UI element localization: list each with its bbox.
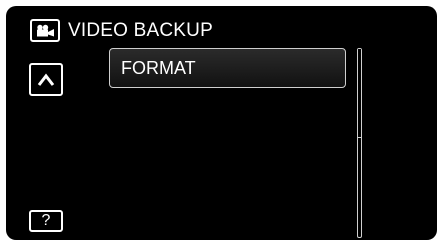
scrollbar[interactable] [357,48,362,238]
menu-screen: VIDEO BACKUP FORMAT ? [6,6,437,240]
page-title: VIDEO BACKUP [68,19,213,41]
chevron-up-icon [37,73,55,86]
scrollbar-thumb[interactable] [358,49,361,139]
video-camera-icon [30,19,60,42]
help-button[interactable]: ? [29,210,63,232]
up-button[interactable] [29,63,63,96]
menu-item-label: FORMAT [121,57,196,78]
header: VIDEO BACKUP [30,19,213,42]
help-label: ? [41,212,51,229]
format-menu-item[interactable]: FORMAT [109,48,346,88]
